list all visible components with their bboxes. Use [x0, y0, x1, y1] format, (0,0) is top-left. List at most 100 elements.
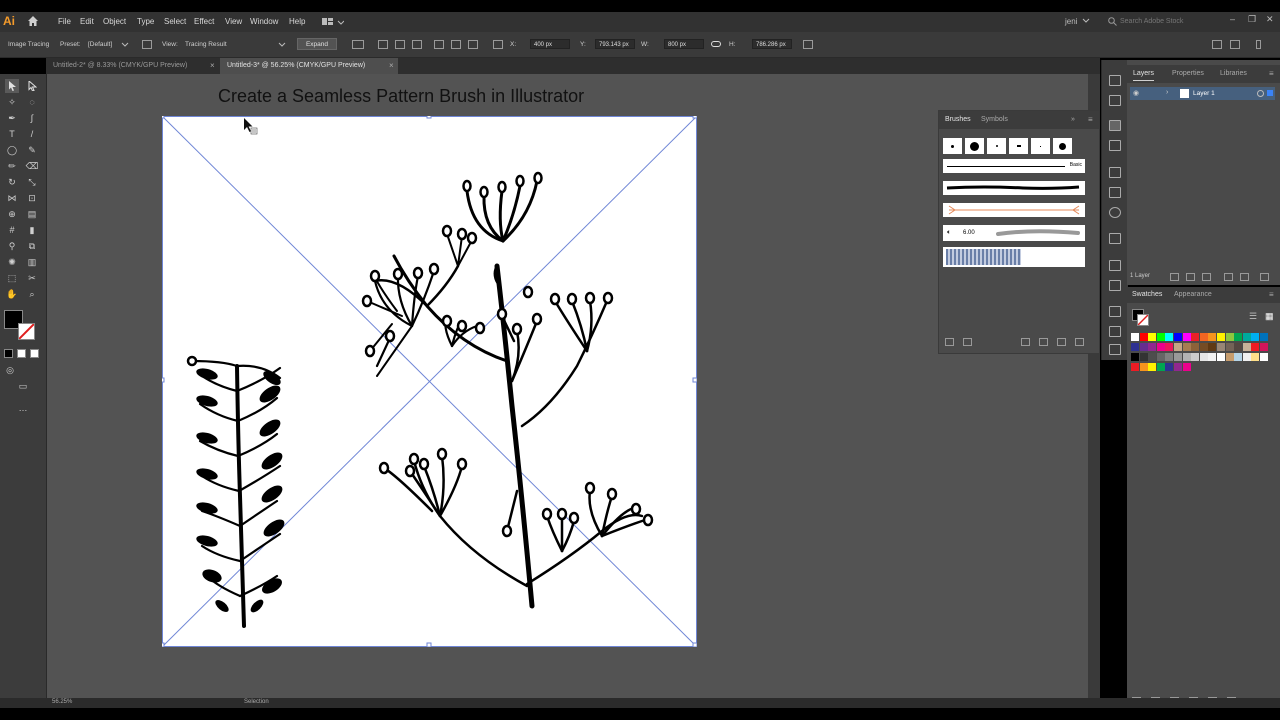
- stroke-swatch[interactable]: [1137, 314, 1149, 326]
- color-swatch[interactable]: [1182, 353, 1191, 361]
- brush-libraries-icon[interactable]: [945, 338, 954, 346]
- rotate-tool-icon[interactable]: ↻: [5, 175, 19, 189]
- direct-selection-tool-icon[interactable]: [25, 79, 39, 93]
- symbols-icon[interactable]: [1109, 140, 1121, 151]
- none-mode-icon[interactable]: [30, 349, 39, 358]
- color-swatch[interactable]: [1139, 333, 1148, 341]
- pen-tool-icon[interactable]: ✒: [5, 111, 19, 125]
- close-icon[interactable]: ×: [210, 61, 215, 70]
- preset-select[interactable]: [Default]: [88, 41, 112, 48]
- artboard-tool-icon[interactable]: ⬚: [5, 271, 19, 285]
- gradient-mode-icon[interactable]: [17, 349, 26, 358]
- new-brush-icon[interactable]: [1057, 338, 1066, 346]
- scale-tool-icon[interactable]: ⤡: [25, 175, 39, 189]
- color-swatch[interactable]: [1260, 353, 1268, 361]
- panel-menu-icon[interactable]: ≡: [1269, 69, 1274, 78]
- menu-select[interactable]: Select: [164, 17, 186, 26]
- magic-wand-tool-icon[interactable]: ✧: [5, 95, 19, 109]
- search-icon[interactable]: [1186, 273, 1195, 281]
- tab-appearance[interactable]: Appearance: [1174, 291, 1212, 298]
- draw-mode-icon[interactable]: ◎: [3, 363, 17, 377]
- align-to-icon[interactable]: [352, 40, 364, 49]
- transform-icon[interactable]: [803, 40, 813, 49]
- menu-file[interactable]: File: [58, 17, 71, 26]
- brush-pattern-orange[interactable]: [943, 203, 1085, 217]
- link-icon[interactable]: [711, 40, 721, 48]
- brush-tip[interactable]: [987, 138, 1006, 154]
- menu-help[interactable]: Help: [289, 17, 305, 26]
- paintbrush-tool-icon[interactable]: ✎: [25, 143, 39, 157]
- color-swatch[interactable]: [1251, 333, 1260, 341]
- color-swatch[interactable]: [1225, 353, 1234, 361]
- symbol-sprayer-tool-icon[interactable]: ✺: [5, 255, 19, 269]
- options-icon[interactable]: [1039, 338, 1048, 346]
- swatch-grid[interactable]: [1131, 333, 1271, 393]
- artboard[interactable]: [159, 113, 698, 648]
- menu-effect[interactable]: Effect: [194, 17, 214, 26]
- panel-menu-icon[interactable]: ≡: [1088, 115, 1093, 124]
- color-swatch[interactable]: [1131, 353, 1139, 361]
- align-icon[interactable]: [1109, 306, 1121, 317]
- grid-view-icon[interactable]: ▦: [1265, 311, 1274, 322]
- color-swatch[interactable]: [1182, 333, 1191, 341]
- color-swatch[interactable]: [1208, 353, 1217, 361]
- color-swatch[interactable]: [1191, 343, 1200, 351]
- tab-layers[interactable]: Layers: [1133, 70, 1155, 81]
- selection-tool-icon[interactable]: [5, 79, 19, 93]
- brush-tip[interactable]: [943, 138, 962, 154]
- color-swatch[interactable]: [1182, 363, 1191, 371]
- trash-icon[interactable]: [1075, 338, 1084, 346]
- color-swatch[interactable]: [1234, 333, 1243, 341]
- y-field[interactable]: 793.143 px: [595, 39, 635, 49]
- graphic-styles-icon[interactable]: [1109, 233, 1121, 244]
- color-swatch[interactable]: [1225, 343, 1234, 351]
- brush-bristle[interactable]: 🔈︎ 6.00: [943, 225, 1085, 241]
- align-left-icon[interactable]: [378, 40, 388, 49]
- align-right-icon[interactable]: [412, 40, 422, 49]
- mesh-tool-icon[interactable]: #: [5, 223, 19, 237]
- target-icon[interactable]: [1257, 90, 1264, 97]
- color-swatch[interactable]: [1242, 333, 1251, 341]
- color-swatch[interactable]: [1191, 333, 1200, 341]
- chevron-right-icon[interactable]: ›: [1166, 89, 1168, 96]
- color-swatch[interactable]: [1156, 343, 1165, 351]
- layer-row[interactable]: ◉ › Layer 1: [1130, 87, 1275, 100]
- perspective-grid-tool-icon[interactable]: ▤: [25, 207, 39, 221]
- zoom-level[interactable]: 56.25%: [52, 699, 72, 705]
- zoom-tool-icon[interactable]: ⌕: [25, 287, 39, 301]
- locate-object-icon[interactable]: [1170, 273, 1179, 281]
- color-swatch[interactable]: [1234, 343, 1243, 351]
- color-swatch[interactable]: [1156, 333, 1165, 341]
- color-swatch[interactable]: [1131, 333, 1139, 341]
- h-field[interactable]: 786.286 px: [752, 39, 792, 49]
- brushes-icon[interactable]: [1109, 120, 1121, 131]
- pathfinder-icon[interactable]: [1109, 280, 1121, 291]
- align-center-icon[interactable]: [395, 40, 405, 49]
- transform-panel-icon[interactable]: [1109, 326, 1121, 337]
- color-swatch[interactable]: [1182, 343, 1191, 351]
- color-guide-icon[interactable]: [1109, 75, 1121, 86]
- trash-icon[interactable]: [1260, 273, 1269, 281]
- color-swatch[interactable]: [1165, 343, 1174, 351]
- blend-tool-icon[interactable]: ⧉: [25, 239, 39, 253]
- tab-properties[interactable]: Properties: [1172, 70, 1204, 77]
- lasso-tool-icon[interactable]: ◌: [25, 95, 39, 109]
- panel-options-icon[interactable]: [1230, 40, 1240, 49]
- color-swatch[interactable]: [1217, 353, 1225, 361]
- color-swatch[interactable]: [1260, 333, 1268, 341]
- brush-tip[interactable]: [965, 138, 984, 154]
- color-swatch[interactable]: [1208, 343, 1217, 351]
- w-field[interactable]: 800 px: [664, 39, 704, 49]
- color-swatch[interactable]: [1260, 343, 1268, 351]
- minimize-icon[interactable]: –: [1230, 14, 1235, 24]
- color-swatch[interactable]: [1208, 333, 1217, 341]
- remove-stroke-icon[interactable]: [1021, 338, 1030, 346]
- align-top-icon[interactable]: [434, 40, 444, 49]
- menu-type[interactable]: Type: [137, 17, 154, 26]
- distribute-icon[interactable]: [493, 40, 503, 49]
- workspace-switcher-icon[interactable]: [322, 17, 344, 27]
- color-swatch[interactable]: [1131, 363, 1139, 371]
- hand-tool-icon[interactable]: ✋: [5, 287, 19, 301]
- color-swatch[interactable]: [1139, 353, 1148, 361]
- color-swatch[interactable]: [1148, 353, 1157, 361]
